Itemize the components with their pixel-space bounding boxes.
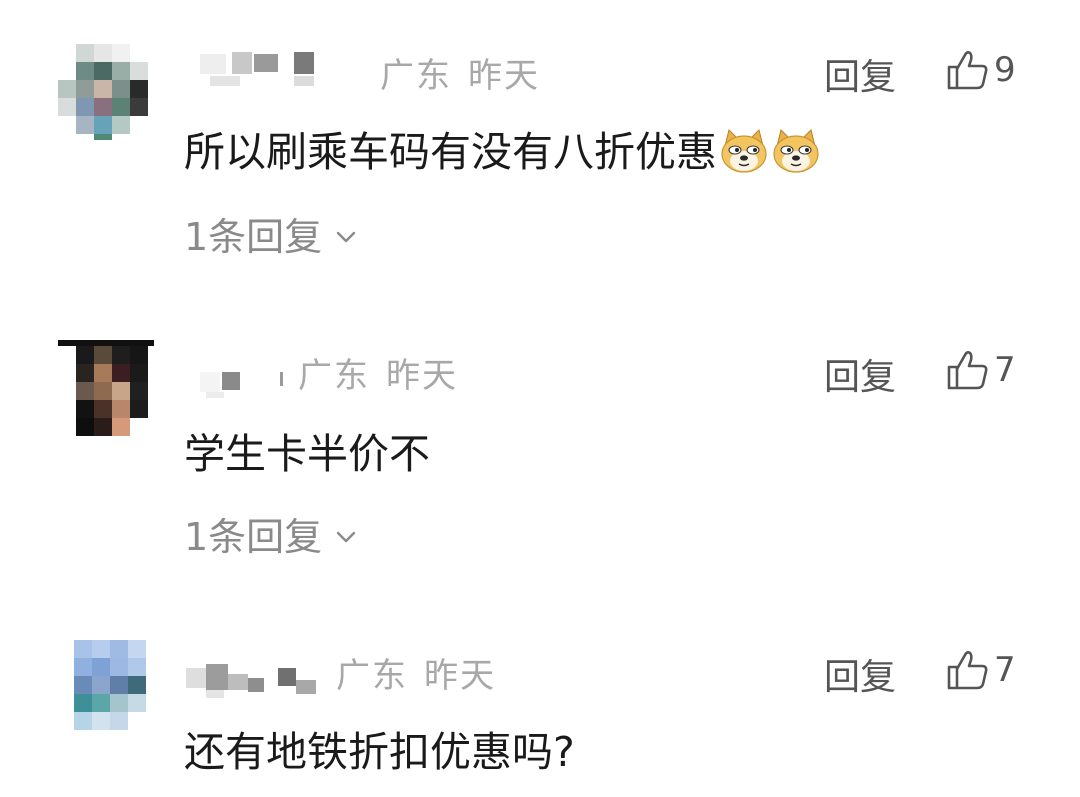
username-redacted[interactable]: [200, 52, 320, 88]
view-replies-button[interactable]: 1条回复: [184, 206, 358, 261]
view-replies-button[interactable]: 1条回复: [184, 506, 358, 561]
doge-emoji-icon: [721, 129, 767, 173]
comment-body: 学生卡半价不: [184, 430, 430, 478]
like-count: 7: [994, 350, 1016, 390]
location: 广东: [298, 356, 370, 396]
timestamp: 昨天: [424, 656, 496, 696]
like-button[interactable]: 9: [946, 48, 1016, 92]
thumbs-up-icon: [947, 651, 988, 690]
like-button[interactable]: 7: [946, 648, 1016, 692]
username-redacted[interactable]: [200, 362, 300, 398]
doge-emoji-icon: [773, 129, 819, 173]
username-redacted[interactable]: [186, 664, 336, 700]
chevron-down-icon: [336, 531, 356, 542]
like-count: 9: [994, 50, 1016, 90]
comment-body: 还有地铁折扣优惠吗?: [184, 728, 575, 776]
replies-label: 1条回复: [184, 515, 323, 559]
reply-button[interactable]: 回复: [824, 348, 896, 400]
timestamp: 昨天: [386, 356, 458, 396]
timestamp: 昨天: [468, 56, 540, 96]
comment-item: 广东 昨天 回复 7 学生卡半价不 1条回复: [0, 300, 1080, 600]
comment-meta: 广东 昨天: [298, 348, 458, 397]
reply-button[interactable]: 回复: [824, 48, 896, 100]
comment-item: 广东 昨天 回复 9 所以刷乘车码有没有八折优惠 1条回复: [0, 0, 1080, 300]
comment-item: 广东 昨天 回复 7 还有地铁折扣优惠吗?: [0, 600, 1080, 797]
like-count: 7: [994, 650, 1016, 690]
thumbs-up-icon: [947, 51, 988, 90]
replies-label: 1条回复: [184, 215, 323, 259]
comment-meta: 广东 昨天: [380, 48, 540, 97]
comment-text: 所以刷乘车码有没有八折优惠: [184, 118, 821, 178]
location: 广东: [336, 656, 408, 696]
avatar[interactable]: [74, 640, 152, 738]
comment-meta: 广东 昨天: [336, 648, 496, 697]
thumbs-up-icon: [947, 351, 988, 390]
comment-body: 所以刷乘车码有没有八折优惠: [184, 128, 717, 176]
comment-text: 还有地铁折扣优惠吗?: [184, 718, 575, 778]
reply-button[interactable]: 回复: [824, 648, 896, 700]
comment-text: 学生卡半价不: [184, 420, 430, 480]
location: 广东: [380, 56, 452, 96]
chevron-down-icon: [336, 231, 356, 242]
like-button[interactable]: 7: [946, 348, 1016, 392]
avatar[interactable]: [58, 44, 154, 140]
avatar[interactable]: [58, 340, 154, 436]
